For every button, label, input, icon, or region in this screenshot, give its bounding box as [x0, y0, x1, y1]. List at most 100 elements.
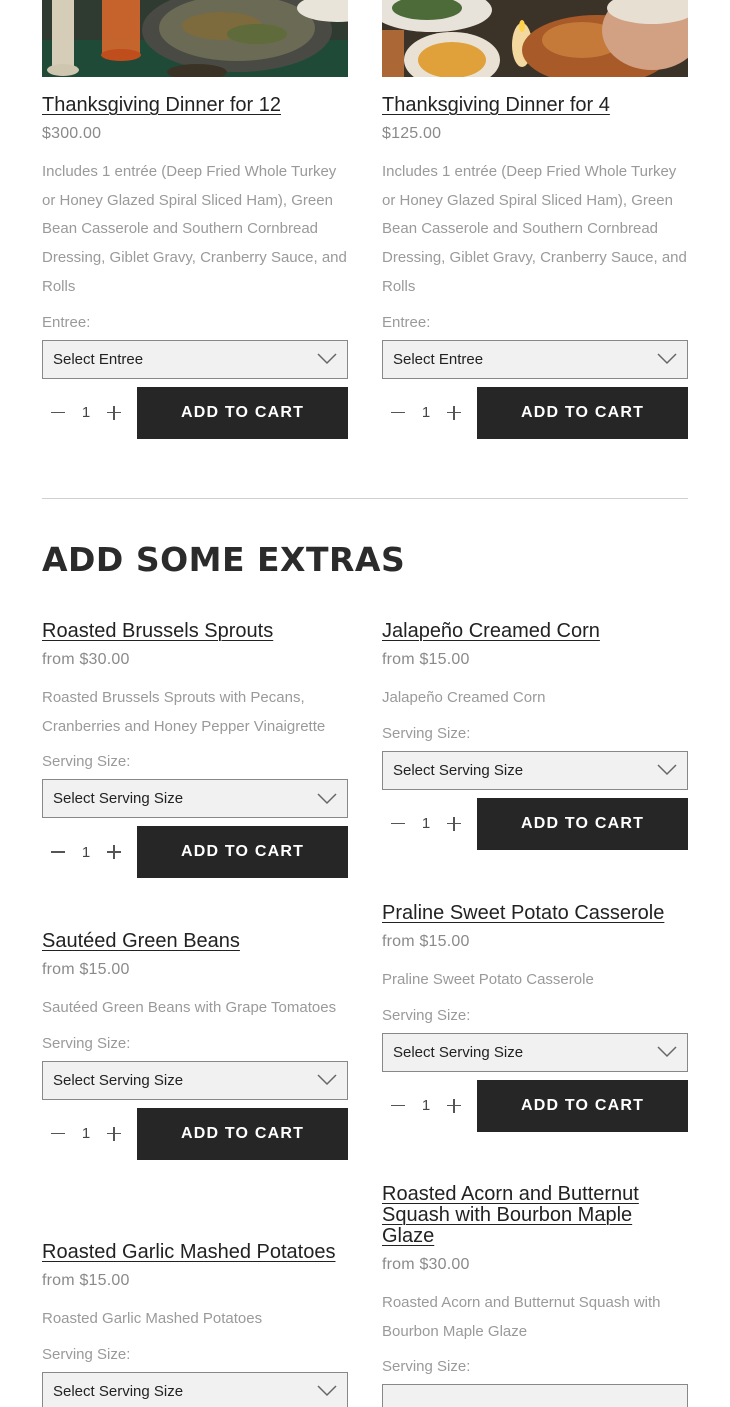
chevron-down-icon: [657, 353, 677, 365]
increase-quantity-button[interactable]: [106, 844, 122, 860]
decrease-quantity-button[interactable]: [50, 844, 66, 860]
product-card-creamed-corn: Jalapeño Creamed Corn from $15.00 Jalape…: [382, 621, 688, 850]
add-to-cart-button[interactable]: ADD TO CART: [477, 1079, 688, 1132]
option-label: Serving Size:: [42, 753, 131, 771]
product-description: Includes 1 entrée (Deep Fried Whole Turk…: [382, 163, 687, 295]
product-image-dinner-12[interactable]: [42, 0, 348, 77]
product-card-sweet-potato: Praline Sweet Potato Casserole from $15.…: [382, 903, 688, 1132]
increase-quantity-button[interactable]: [106, 1126, 122, 1142]
product-price: from $15.00: [382, 651, 470, 668]
product-card-green-beans: Sautéed Green Beans from $15.00 Sautéed …: [42, 931, 348, 1160]
option-label: Entree:: [42, 313, 91, 331]
select-value: Select Serving Size: [53, 1071, 184, 1089]
purchase-row: 1 ADD TO CART: [382, 797, 688, 850]
purchase-row: 1 ADD TO CART: [42, 1107, 348, 1160]
add-to-cart-button[interactable]: ADD TO CART: [137, 826, 348, 879]
select-value: Select Serving Size: [53, 790, 184, 808]
product-card-mashed-potatoes: Roasted Garlic Mashed Potatoes from $15.…: [42, 1242, 348, 1407]
option-label: Serving Size:: [382, 724, 471, 742]
entree-select[interactable]: Select Entree: [42, 339, 348, 379]
product-description: Sautéed Green Beans with Grape Tomatoes: [42, 999, 337, 1016]
product-description: Praline Sweet Potato Casserole: [382, 971, 594, 988]
decrease-quantity-button[interactable]: [390, 1098, 406, 1114]
product-card-acorn-squash: Roasted Acorn and Butternut Squash with …: [382, 1184, 688, 1407]
section-divider: [42, 498, 688, 499]
product-price: from $15.00: [42, 961, 130, 978]
product-price: from $30.00: [382, 1256, 470, 1273]
decrease-quantity-button[interactable]: [50, 1126, 66, 1142]
product-card-dinner-12: Thanksgiving Dinner for 12 $300.00 Inclu…: [42, 95, 348, 439]
entree-select[interactable]: Select Entree: [382, 339, 688, 379]
add-to-cart-button[interactable]: ADD TO CART: [137, 1107, 348, 1160]
quantity-value[interactable]: 1: [82, 404, 90, 421]
chevron-down-icon: [317, 1074, 337, 1086]
product-title-link[interactable]: Roasted Acorn and Butternut Squash with …: [382, 1184, 688, 1247]
serving-size-select[interactable]: Select Serving Size: [42, 779, 348, 819]
add-to-cart-button[interactable]: ADD TO CART: [477, 386, 688, 439]
chevron-down-icon: [657, 1046, 677, 1058]
quantity-value[interactable]: 1: [422, 815, 430, 832]
quantity-stepper: 1: [42, 1108, 137, 1160]
serving-size-select[interactable]: [382, 1384, 688, 1407]
product-title-link[interactable]: Praline Sweet Potato Casserole: [382, 903, 688, 924]
product-title-link[interactable]: Sautéed Green Beans: [42, 931, 348, 952]
product-price: from $15.00: [382, 933, 470, 950]
option-label: Entree:: [382, 313, 431, 331]
product-title-link[interactable]: Thanksgiving Dinner for 4: [382, 95, 688, 116]
increase-quantity-button[interactable]: [106, 405, 122, 421]
product-title-link[interactable]: Roasted Brussels Sprouts: [42, 621, 348, 642]
quantity-value[interactable]: 1: [82, 1125, 90, 1142]
decrease-quantity-button[interactable]: [390, 405, 406, 421]
serving-size-select[interactable]: Select Serving Size: [42, 1060, 348, 1100]
product-price: $300.00: [42, 125, 102, 142]
option-label: Serving Size:: [42, 1034, 131, 1052]
quantity-stepper: 1: [42, 387, 137, 439]
product-description: Jalapeño Creamed Corn: [382, 689, 546, 706]
product-title-link[interactable]: Roasted Garlic Mashed Potatoes: [42, 1242, 348, 1263]
select-value: Select Serving Size: [393, 761, 524, 779]
quantity-stepper: 1: [42, 826, 137, 878]
chevron-down-icon: [657, 764, 677, 776]
product-description: Roasted Garlic Mashed Potatoes: [42, 1310, 263, 1327]
quantity-stepper: 1: [382, 1080, 477, 1132]
product-image-dinner-4[interactable]: [382, 0, 688, 77]
add-to-cart-button[interactable]: ADD TO CART: [477, 797, 688, 850]
product-title-link[interactable]: Jalapeño Creamed Corn: [382, 621, 688, 642]
select-value: Select Entree: [53, 350, 144, 368]
product-price: $125.00: [382, 125, 442, 142]
purchase-row: 1 ADD TO CART: [42, 826, 348, 879]
quantity-value[interactable]: 1: [422, 404, 430, 421]
select-value: Select Serving Size: [53, 1382, 184, 1400]
quantity-stepper: 1: [382, 798, 477, 850]
purchase-row: 1 ADD TO CART: [42, 386, 348, 439]
increase-quantity-button[interactable]: [446, 405, 462, 421]
select-value: Select Serving Size: [393, 1043, 524, 1061]
increase-quantity-button[interactable]: [446, 1098, 462, 1114]
increase-quantity-button[interactable]: [446, 816, 462, 832]
quantity-stepper: 1: [382, 387, 477, 439]
purchase-row: 1 ADD TO CART: [382, 1079, 688, 1132]
chevron-down-icon: [317, 793, 337, 804]
quantity-value[interactable]: 1: [422, 1097, 430, 1114]
quantity-value[interactable]: 1: [82, 844, 90, 861]
serving-size-select[interactable]: Select Serving Size: [382, 750, 688, 790]
select-value: Select Entree: [393, 350, 484, 368]
product-card-brussels-sprouts: Roasted Brussels Sprouts from $30.00 Roa…: [42, 621, 348, 879]
product-card-dinner-4: Thanksgiving Dinner for 4 $125.00 Includ…: [382, 95, 688, 439]
add-to-cart-button[interactable]: ADD TO CART: [137, 386, 348, 439]
product-description: Roasted Acorn and Butternut Squash with …: [382, 1294, 661, 1340]
product-price: from $15.00: [42, 1272, 130, 1289]
chevron-down-icon: [317, 1385, 337, 1397]
product-description: Includes 1 entrée (Deep Fried Whole Turk…: [42, 163, 347, 295]
option-label: Serving Size:: [42, 1345, 131, 1363]
serving-size-select[interactable]: Select Serving Size: [382, 1032, 688, 1072]
product-price: from $30.00: [42, 651, 130, 668]
decrease-quantity-button[interactable]: [50, 405, 66, 421]
option-label: Serving Size:: [382, 1358, 471, 1376]
decrease-quantity-button[interactable]: [390, 816, 406, 832]
purchase-row: 1 ADD TO CART: [382, 386, 688, 439]
option-label: Serving Size:: [382, 1006, 471, 1024]
serving-size-select[interactable]: Select Serving Size: [42, 1371, 348, 1407]
product-description: Roasted Brussels Sprouts with Pecans, Cr…: [42, 689, 326, 735]
product-title-link[interactable]: Thanksgiving Dinner for 12: [42, 95, 348, 116]
